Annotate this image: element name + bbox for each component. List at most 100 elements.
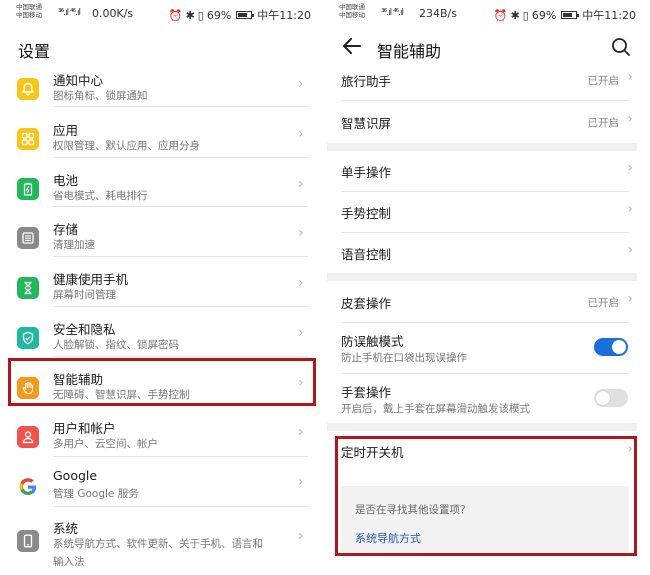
divider bbox=[53, 356, 308, 357]
group-gap bbox=[327, 143, 637, 151]
battery-icon bbox=[236, 11, 255, 19]
item-title: 健康使用手机 bbox=[53, 272, 129, 287]
chevron-right-icon: › bbox=[627, 160, 633, 176]
group-gap bbox=[327, 273, 637, 281]
back-arrow-icon[interactable] bbox=[340, 34, 364, 58]
status-right: ⏰ ✱ ▯ 69% 中午11:20 bbox=[169, 7, 311, 23]
item-subtitle: 清理加速 bbox=[53, 239, 95, 251]
storage-icon bbox=[17, 227, 39, 249]
setting-accidental-touch: 防误触模式 防止手机在口袋出现误操作 bbox=[327, 323, 637, 373]
status-text: 已开启 bbox=[587, 117, 620, 129]
item-title: 语音控制 bbox=[341, 247, 392, 262]
chevron-right-icon: › bbox=[298, 126, 304, 142]
page-title: 智能辅助 bbox=[377, 42, 442, 61]
chevron-right-icon: › bbox=[298, 528, 304, 544]
settings-item-battery[interactable]: 电池 省电模式、耗电排行 › bbox=[0, 166, 323, 216]
item-subtitle: 系统导航方式、软件更新、关于手机、语言和 bbox=[53, 538, 263, 550]
signal-icon: ³⁶.ıl ⁴⁶.ıl bbox=[381, 8, 404, 18]
settings-item-notifications[interactable]: 通知中心 图标角标、锁屏通知 › bbox=[0, 66, 323, 116]
glove-mode-toggle[interactable] bbox=[594, 389, 628, 407]
status-text: 已开启 bbox=[587, 75, 620, 87]
item-subtitle: 管理 Google 服务 bbox=[53, 488, 139, 500]
divider bbox=[53, 106, 308, 107]
chevron-right-icon: › bbox=[627, 201, 633, 217]
status-right: ⏰ ✱ ▯ 69% 中午11:20 bbox=[494, 7, 636, 23]
bluetooth-icon: ✱ bbox=[510, 8, 520, 22]
alarm-icon: ⏰ bbox=[168, 8, 183, 22]
item-subtitle-line2: 输入法 bbox=[53, 556, 85, 568]
item-title: 应用 bbox=[53, 123, 79, 138]
chevron-right-icon: › bbox=[298, 275, 304, 291]
phone-icon bbox=[17, 530, 39, 552]
network-speed: 234B/s bbox=[419, 7, 457, 20]
item-subtitle: 权限管理、默认应用、应用分身 bbox=[53, 140, 200, 152]
setting-gesture-control[interactable]: 手势控制 › bbox=[327, 192, 637, 232]
item-title: 防误触模式 bbox=[341, 334, 404, 349]
item-subtitle: 人脸解锁、指纹、锁屏密码 bbox=[53, 339, 179, 351]
item-title: 皮套操作 bbox=[341, 296, 392, 311]
carrier-info: 中国联通 中国移动 bbox=[339, 3, 365, 19]
vibrate-icon: ▯ bbox=[197, 8, 204, 22]
shield-icon bbox=[17, 327, 39, 349]
item-title: Google bbox=[53, 468, 98, 483]
item-title: 单手操作 bbox=[341, 165, 392, 180]
item-subtitle: 图标角标、锁屏通知 bbox=[53, 90, 148, 102]
chevron-right-icon: › bbox=[298, 225, 304, 241]
setting-one-hand[interactable]: 单手操作 › bbox=[327, 151, 637, 191]
chevron-right-icon: › bbox=[298, 424, 304, 440]
divider bbox=[53, 506, 308, 507]
item-title: 用户和帐户 bbox=[53, 421, 116, 436]
hourglass-icon bbox=[17, 277, 39, 299]
apps-grid-icon bbox=[17, 128, 39, 150]
item-title: 手势控制 bbox=[341, 206, 392, 221]
chevron-right-icon: › bbox=[627, 111, 633, 127]
carrier-top: 中国联通 bbox=[16, 3, 42, 11]
bell-icon bbox=[17, 78, 39, 100]
item-subtitle: 省电模式、耗电排行 bbox=[53, 190, 148, 202]
setting-glove-mode: 手套操作 开启后，戴上手套在屏幕滑动触发该模式 bbox=[327, 374, 637, 424]
highlight-frame bbox=[8, 358, 316, 406]
item-title: 旅行助手 bbox=[341, 74, 392, 89]
setting-cover-mode[interactable]: 皮套操作 已开启 › bbox=[327, 282, 637, 322]
setting-smart-screen[interactable]: 智慧识屏 已开启 › bbox=[327, 102, 637, 142]
settings-item-storage[interactable]: 存储 清理加速 › bbox=[0, 215, 323, 265]
carrier-bottom: 中国移动 bbox=[16, 11, 42, 19]
status-text: 已开启 bbox=[587, 297, 620, 309]
chevron-right-icon: › bbox=[627, 242, 633, 258]
settings-item-system[interactable]: 系统 系统导航方式、软件更新、关于手机、语言和 输入法 › bbox=[0, 514, 323, 574]
item-title: 手套操作 bbox=[341, 385, 392, 400]
setting-voice-control[interactable]: 语音控制 › bbox=[327, 233, 637, 273]
chevron-right-icon: › bbox=[627, 69, 633, 85]
item-title: 电池 bbox=[53, 173, 79, 188]
battery-percent: 69% bbox=[206, 8, 232, 22]
chevron-right-icon: › bbox=[298, 474, 304, 490]
clock: 中午11:20 bbox=[582, 9, 636, 22]
item-subtitle: 防止手机在口袋出现误操作 bbox=[341, 352, 467, 364]
settings-item-apps[interactable]: 应用 权限管理、默认应用、应用分身 › bbox=[0, 116, 323, 166]
battery-percent: 69% bbox=[531, 8, 557, 22]
search-icon[interactable] bbox=[610, 36, 632, 58]
battery-icon bbox=[17, 178, 39, 200]
item-title: 系统 bbox=[53, 521, 79, 536]
chevron-right-icon: › bbox=[627, 291, 633, 307]
network-speed: 0.00K/s bbox=[92, 7, 134, 20]
settings-item-digital-balance[interactable]: 健康使用手机 屏幕时间管理 › bbox=[0, 265, 323, 315]
alarm-icon: ⏰ bbox=[493, 8, 508, 22]
divider bbox=[53, 306, 308, 307]
item-title: 存储 bbox=[53, 222, 79, 237]
clock: 中午11:20 bbox=[257, 9, 311, 22]
item-subtitle: 屏幕时间管理 bbox=[53, 289, 116, 301]
chevron-right-icon: › bbox=[298, 176, 304, 192]
item-subtitle: 多用户、云空间、帐户 bbox=[53, 438, 158, 450]
bluetooth-icon: ✱ bbox=[185, 8, 195, 22]
battery-icon bbox=[561, 11, 580, 19]
divider bbox=[53, 256, 308, 257]
setting-travel-assistant[interactable]: 旅行助手 已开启 › bbox=[327, 60, 637, 100]
toggle-knob bbox=[596, 391, 610, 405]
accidental-touch-toggle[interactable] bbox=[594, 338, 628, 356]
item-subtitle: 开启后，戴上手套在屏幕滑动触发该模式 bbox=[341, 403, 530, 415]
toggle-knob bbox=[612, 340, 626, 354]
google-icon bbox=[17, 476, 39, 498]
page-title: 设置 bbox=[18, 42, 51, 61]
highlight-frame bbox=[335, 436, 637, 556]
